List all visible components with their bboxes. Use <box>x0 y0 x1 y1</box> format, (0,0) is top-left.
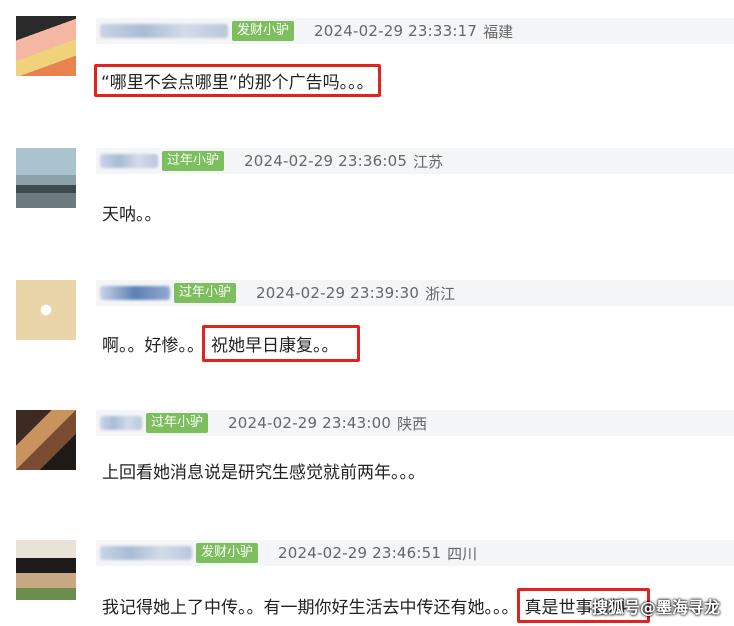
avatar[interactable] <box>16 280 76 340</box>
comment-text: 我记得她上了中传。。有一期你好生活去中传还有她。。。 真是世事造料 <box>102 588 650 623</box>
comment-time: 2024-02-29 23:33:17 <box>314 22 478 40</box>
comment-time: 2024-02-29 23:39:30 <box>256 284 420 302</box>
highlight-box: “哪里不会点哪里”的那个广告吗。。。 <box>94 64 381 97</box>
username-blurred[interactable] <box>100 24 228 38</box>
comment-meta: 过年小驴 2024-02-29 23:39:30 浙江 <box>96 280 734 306</box>
user-badge: 过年小驴 <box>146 413 209 433</box>
comment-text: 上回看她消息说是研究生感觉就前两年。。。 <box>102 463 425 483</box>
user-badge: 发财小驴 <box>232 21 295 41</box>
comment-time: 2024-02-29 23:43:00 <box>228 414 392 432</box>
avatar[interactable] <box>16 16 76 76</box>
avatar[interactable] <box>16 148 76 208</box>
avatar[interactable] <box>16 410 76 470</box>
username-blurred[interactable] <box>100 416 142 430</box>
user-badge: 过年小驴 <box>174 283 237 303</box>
comment-text-plain: 啊。。好惨。。 <box>102 336 204 356</box>
comment-text: “哪里不会点哪里”的那个广告吗。。。 <box>94 64 381 97</box>
comment-text: 天呐。。 <box>102 205 162 225</box>
avatar[interactable] <box>16 540 76 600</box>
username-blurred[interactable] <box>100 286 170 300</box>
user-badge: 过年小驴 <box>162 151 225 171</box>
comment-meta: 发财小驴 2024-02-29 23:46:51 四川 <box>96 540 734 566</box>
comment-meta: 过年小驴 2024-02-29 23:36:05 江苏 <box>96 148 734 174</box>
username-blurred[interactable] <box>100 154 158 168</box>
watermark: 搜狐号@墨海寻龙 <box>591 598 720 617</box>
comment-meta: 过年小驴 2024-02-29 23:43:00 陕西 <box>96 410 734 436</box>
comment-text-plain: 我记得她上了中传。。有一期你好生活去中传还有她。。。 <box>102 598 519 618</box>
comment-text: 啊。。好惨。。 祝她早日康复。。 <box>102 325 360 362</box>
comment-region: 浙江 <box>425 284 456 303</box>
highlight-box: 祝她早日康复。。 <box>202 325 360 362</box>
comment-meta: 发财小驴 2024-02-29 23:33:17 福建 <box>96 18 734 44</box>
comment-region: 四川 <box>447 544 478 563</box>
comment-region: 江苏 <box>413 152 444 171</box>
username-blurred[interactable] <box>100 546 192 560</box>
comment-region: 福建 <box>483 22 514 41</box>
user-badge: 发财小驴 <box>196 543 259 563</box>
comment-time: 2024-02-29 23:46:51 <box>278 544 442 562</box>
comment-time: 2024-02-29 23:36:05 <box>244 152 408 170</box>
comment-region: 陕西 <box>397 414 428 433</box>
